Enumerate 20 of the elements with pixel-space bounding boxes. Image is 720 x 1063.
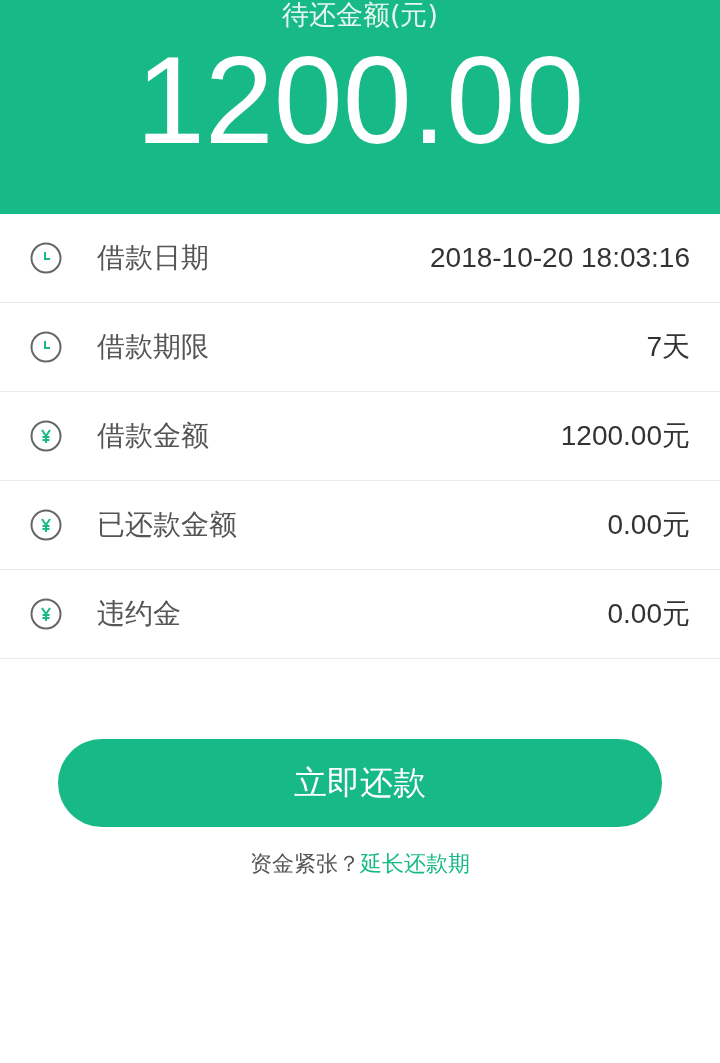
row-value: 0.00元 — [607, 597, 690, 631]
row-value: 2018-10-20 18:03:16 — [430, 242, 690, 274]
amount-due: 1200.00 — [135, 30, 585, 170]
row-label: 已还款金额 — [97, 507, 237, 543]
row-label: 违约金 — [97, 596, 181, 632]
row-label: 借款金额 — [97, 418, 209, 454]
hint-text: 资金紧张？ — [250, 850, 360, 878]
yen-icon — [30, 420, 62, 452]
row-value: 1200.00元 — [560, 419, 690, 453]
clock-icon — [30, 331, 62, 363]
row-label: 借款日期 — [97, 240, 209, 276]
repay-button[interactable]: 立即还款 — [58, 739, 662, 827]
row-label: 借款期限 — [97, 329, 209, 365]
amount-title: 待还金额(元) — [281, 0, 439, 30]
extend-link[interactable]: 延长还款期 — [360, 849, 470, 879]
row-value: 7天 — [646, 330, 690, 364]
clock-icon — [30, 242, 62, 274]
row-value: 0.00元 — [607, 508, 690, 542]
yen-icon — [30, 509, 62, 541]
yen-icon — [30, 598, 62, 630]
